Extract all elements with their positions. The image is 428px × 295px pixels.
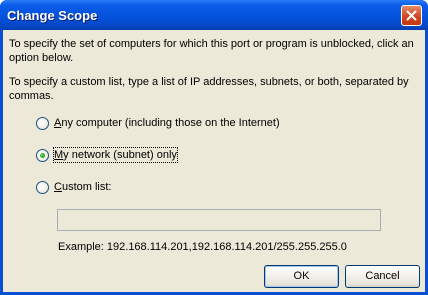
- any-computer-radio[interactable]: [36, 117, 49, 130]
- close-button[interactable]: [401, 5, 422, 26]
- my-network-label[interactable]: My network (subnet) only: [53, 147, 178, 163]
- title-bar[interactable]: Change Scope: [0, 0, 428, 30]
- example-text: Example: 192.168.114.201,192.168.114.201…: [58, 241, 347, 253]
- cancel-button[interactable]: Cancel: [345, 265, 420, 288]
- dialog-body: To specify the set of computers for whic…: [3, 30, 425, 292]
- change-scope-dialog: Change Scope To specify the set of compu…: [0, 0, 428, 295]
- custom-list-input[interactable]: [57, 209, 381, 231]
- radio-selected-dot: [40, 153, 45, 158]
- ok-button[interactable]: OK: [264, 265, 339, 288]
- custom-list-radio[interactable]: [36, 181, 49, 194]
- window-title: Change Scope: [7, 8, 98, 23]
- intro-text: To specify the set of computers for whic…: [9, 38, 414, 64]
- any-computer-label[interactable]: Any computer (including those on the Int…: [54, 116, 280, 130]
- my-network-radio[interactable]: [36, 149, 49, 162]
- custom-instructions-text: To specify a custom list, type a list of…: [9, 76, 409, 102]
- close-icon: [406, 10, 417, 21]
- custom-list-label[interactable]: Custom list:: [54, 180, 111, 194]
